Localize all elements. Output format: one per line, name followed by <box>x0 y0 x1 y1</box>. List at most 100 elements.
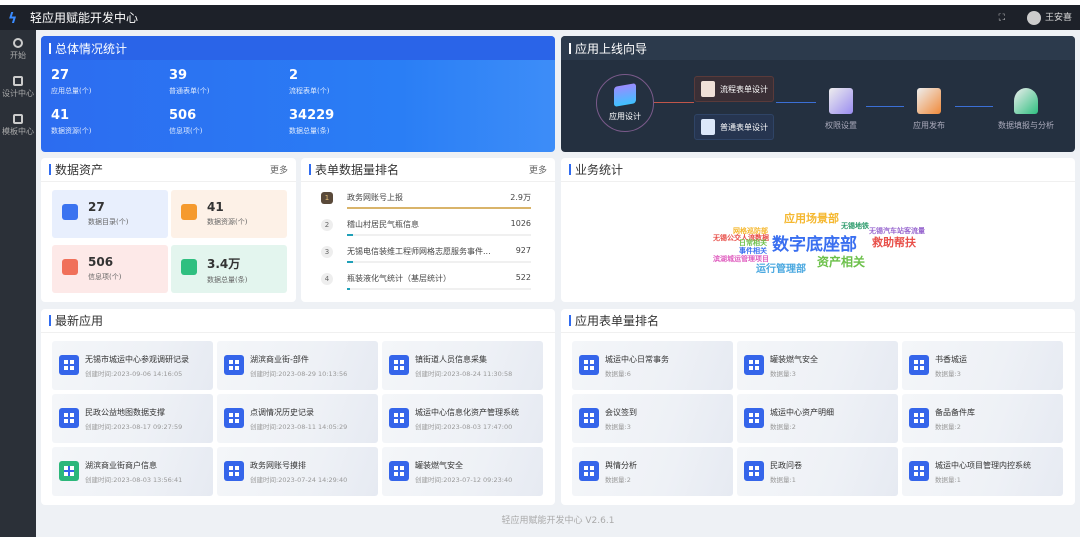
rank-bar <box>347 288 531 290</box>
app-name: 会议签到 <box>605 408 637 417</box>
asset-label: 数据目录(个) <box>88 218 129 226</box>
word-cloud-term[interactable]: 应用场景部 <box>784 210 839 226</box>
asset-value: 3.4万 <box>207 257 241 271</box>
app-card[interactable]: 无锡市城运中心参观调研记录 创建时间:2023-09-06 14:16:05 <box>52 341 213 390</box>
dashboard-icon <box>13 38 23 48</box>
ranking-row[interactable]: 3 无锡电信装维工程师网格志愿服务事件... 927 <box>321 244 531 270</box>
created-time: 创建时间:2023-09-06 14:16:05 <box>85 370 183 378</box>
app-card[interactable]: 城运中心日常事务 数据量:6 <box>572 341 733 390</box>
app-card[interactable]: 会议签到数据量:3 <box>572 394 733 443</box>
data-count: 数据量:3 <box>605 423 631 431</box>
app-card[interactable]: 政务网账号摸排 创建时间:2023-07-24 14:29:40 <box>217 447 378 496</box>
panel-title: 业务统计 <box>561 158 1075 182</box>
app-grid-icon <box>579 355 599 375</box>
data-count: 数据量:3 <box>770 370 796 378</box>
app-grid-icon <box>909 408 929 428</box>
app-card[interactable]: 备品备件库 数据量:2 <box>902 394 1063 443</box>
app-name: 城运中心项目管理内控系统 <box>935 461 1031 470</box>
permission-step[interactable]: 权限设置 <box>806 88 876 131</box>
asset-tile[interactable]: 506 信息项(个) <box>52 245 168 293</box>
more-link[interactable]: 更多 <box>270 163 288 176</box>
ranking-row[interactable]: 2 稽山村居民气瓶信息 1026 <box>321 217 531 243</box>
app-card[interactable]: 湖滨商业街商户信息 创建时间:2023-08-03 13:56:41 <box>52 447 213 496</box>
rank-name: 瓶装液化气统计（基层统计） <box>347 274 451 283</box>
sidebar-item-template[interactable]: 模板中心 <box>0 106 36 144</box>
app-card[interactable]: 城运中心资产明细 数据量:2 <box>737 394 898 443</box>
more-link[interactable]: 更多 <box>529 163 547 176</box>
flow-form-design-button[interactable]: 流程表单设计 <box>694 76 774 102</box>
layers-icon <box>614 83 636 107</box>
asset-label: 数据资源(个) <box>207 218 248 226</box>
ranking-row[interactable]: 1 政务网账号上报 2.9万 <box>321 190 531 216</box>
rank-bar <box>347 261 531 263</box>
publish-step[interactable]: 应用发布 <box>894 88 964 131</box>
asset-value: 27 <box>88 200 105 214</box>
design-icon <box>13 76 23 86</box>
app-card[interactable]: 城运中心信息化资产管理系统 创建时间:2023-08-03 17:47:00 <box>382 394 543 443</box>
app-design-step[interactable]: 应用设计 <box>596 74 654 132</box>
app-card[interactable]: 城运中心项目管理内控系统 数据量:1 <box>902 447 1063 496</box>
app-grid-icon <box>579 461 599 481</box>
word-cloud-term[interactable]: 救助帮扶 <box>872 234 916 250</box>
rank-bar-fill <box>347 234 354 236</box>
sidebar: 开始 设计中心 模板中心 <box>0 30 36 537</box>
panel-title: 表单数据量排名 <box>315 163 400 177</box>
fullscreen-icon[interactable]: ⛶ <box>999 13 1005 23</box>
asset-tile[interactable]: 27 数据目录(个) <box>52 190 168 238</box>
app-grid-icon <box>224 408 244 428</box>
app-name: 民政公益地图数据支撑 <box>85 408 165 417</box>
panel-title: 数据资产 <box>55 163 104 177</box>
ranking-row[interactable]: 4 瓶装液化气统计（基层统计） 522 <box>321 271 531 297</box>
normal-form-design-button[interactable]: 普通表单设计 <box>694 114 774 140</box>
stat-item: 506 信息项(个) <box>169 108 203 135</box>
word-cloud-term[interactable]: 资产相关 <box>817 253 865 270</box>
app-name: 政务网账号摸排 <box>250 461 306 470</box>
word-cloud-term[interactable]: 无锡汽车站客流量 <box>869 226 925 236</box>
data-count: 数据量:2 <box>770 423 796 431</box>
app-grid-icon <box>744 461 764 481</box>
asset-tile[interactable]: 41 数据资源(个) <box>171 190 287 238</box>
rank-bar <box>347 234 531 236</box>
app-card[interactable]: 镇街道人员信息采集 创建时间:2023-08-24 11:30:58 <box>382 341 543 390</box>
word-cloud-term[interactable]: 数字底座部 <box>772 230 857 255</box>
app-grid-icon <box>744 355 764 375</box>
app-card[interactable]: 湖滨商业街-部件 创建时间:2023-08-29 10:13:56 <box>217 341 378 390</box>
word-cloud-term[interactable]: 无锡地铁 <box>841 221 869 231</box>
rank-bar-fill <box>347 288 351 290</box>
app-grid-icon <box>224 355 244 375</box>
app-card[interactable]: 民政公益地图数据支撑 创建时间:2023-08-17 09:27:59 <box>52 394 213 443</box>
rank-bar <box>347 207 531 209</box>
app-card[interactable]: 书香城运 数据量:3 <box>902 341 1063 390</box>
app-card[interactable]: 罐装燃气安全 数据量:3 <box>737 341 898 390</box>
rank-medal-icon: 1 <box>321 192 333 204</box>
top-bar: ϟ 轻应用赋能开发中心 ⛶ 王安喜 <box>0 5 1080 30</box>
stat-item: 41 数据资源(个) <box>51 108 92 135</box>
data-fill-step[interactable]: 数据填报与分析 <box>986 88 1066 131</box>
word-cloud-term[interactable]: 滨湖城运管理项目 <box>713 254 769 264</box>
app-card[interactable]: 舆情分析 数据量:2 <box>572 447 733 496</box>
rank-value: 522 <box>515 273 531 282</box>
asset-label: 数据总量(条) <box>207 276 248 284</box>
normal-form-icon <box>701 119 715 135</box>
sidebar-item-design[interactable]: 设计中心 <box>0 68 36 106</box>
stat-item: 39 普通表单(个) <box>169 68 210 95</box>
panel-title: 应用上线向导 <box>561 36 1075 60</box>
data-count: 数据量:1 <box>770 476 796 484</box>
app-card[interactable]: 罐装燃气安全 创建时间:2023-07-12 09:23:40 <box>382 447 543 496</box>
asset-tile[interactable]: 3.4万数据总量(条) <box>171 245 287 293</box>
app-grid-icon <box>579 408 599 428</box>
sidebar-item-start[interactable]: 开始 <box>0 30 36 68</box>
form-ranking-panel: 表单数据量排名 更多 1 政务网账号上报 2.9万 2 稽山村居民气瓶信息 1026 3 无锡电… <box>301 158 555 302</box>
panel-header: 表单数据量排名 更多 <box>301 158 555 182</box>
rank-number: 4 <box>321 273 333 285</box>
app-grid-icon <box>59 408 79 428</box>
rank-number: 3 <box>321 246 333 258</box>
created-time: 创建时间:2023-08-03 13:56:41 <box>85 476 183 484</box>
app-grid-icon <box>389 461 409 481</box>
app-grid-icon <box>389 355 409 375</box>
app-card[interactable]: 民政问卷 数据量:1 <box>737 447 898 496</box>
rank-value: 927 <box>515 246 531 255</box>
user-menu[interactable]: 王安喜 <box>1026 10 1072 25</box>
data-count: 数据量:3 <box>935 370 961 378</box>
app-card[interactable]: 点调情况历史记录 创建时间:2023-08-11 14:05:29 <box>217 394 378 443</box>
